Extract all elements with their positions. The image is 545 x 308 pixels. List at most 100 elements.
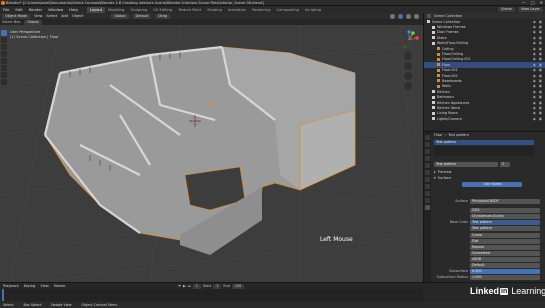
eye-icon[interactable]: ◉: [533, 20, 536, 24]
pivot-dropdown[interactable]: Default: [132, 13, 152, 19]
menu-help[interactable]: Help: [66, 7, 81, 12]
menu-window[interactable]: Window: [45, 7, 66, 12]
timeline-track[interactable]: [0, 289, 423, 301]
camera-icon[interactable]: ▣: [539, 79, 542, 83]
use-nodes-button[interactable]: Use Nodes: [462, 182, 522, 187]
end-frame-field[interactable]: 250: [231, 283, 245, 289]
subsurface-radius-field[interactable]: 1.000: [470, 275, 540, 280]
rotate-tool-icon[interactable]: [1, 51, 7, 57]
surface-shader-dropdown[interactable]: Principled BSDF: [470, 199, 540, 204]
outliner-row[interactable]: Lights/Camera ◉ ▣: [424, 116, 545, 121]
camera-icon[interactable]: ▣: [539, 47, 542, 51]
pan-icon[interactable]: [404, 62, 412, 70]
camera-icon[interactable]: ▣: [539, 30, 542, 34]
camera-icon[interactable]: ▣: [539, 101, 542, 105]
camera-icon[interactable]: ▣: [539, 106, 542, 110]
view-layer-selector[interactable]: View Layer: [517, 7, 543, 12]
menu-marker[interactable]: Marker: [54, 284, 66, 288]
snap-dropdown[interactable]: Drag: [155, 13, 170, 19]
menu-playback[interactable]: Playback: [3, 284, 19, 288]
menu-object[interactable]: Object: [72, 14, 83, 18]
material-tab-icon[interactable]: [425, 205, 430, 210]
tab-rendering[interactable]: Rendering: [249, 7, 273, 13]
output-tab-icon[interactable]: [425, 149, 430, 154]
select-tool-icon[interactable]: [1, 30, 7, 36]
eye-icon[interactable]: ◉: [533, 36, 536, 40]
image-setting-field[interactable]: Generated: [470, 251, 540, 256]
camera-icon[interactable]: ▣: [539, 95, 542, 99]
camera-icon[interactable]: ▣: [539, 52, 542, 56]
eye-icon[interactable]: ◉: [533, 95, 536, 99]
transform-orientation-dropdown[interactable]: Global: [111, 13, 129, 19]
menu-keying[interactable]: Keying: [24, 284, 36, 288]
tab-animation[interactable]: Animation: [225, 7, 249, 13]
eye-icon[interactable]: ◉: [533, 101, 536, 105]
eye-icon[interactable]: ◉: [533, 57, 536, 61]
scale-tool-icon[interactable]: [1, 58, 7, 64]
eye-icon[interactable]: ◉: [533, 68, 536, 72]
eye-icon[interactable]: ◉: [533, 106, 536, 110]
camera-icon[interactable]: ▣: [539, 84, 542, 88]
image-setting-field[interactable]: Default: [470, 263, 540, 268]
eye-icon[interactable]: ◉: [533, 111, 536, 115]
mode-selector[interactable]: Object Mode: [2, 13, 31, 19]
tab-compositing[interactable]: Compositing: [274, 7, 303, 13]
image-setting-field[interactable]: Linear: [470, 233, 540, 238]
tool-tab-icon[interactable]: [425, 135, 430, 140]
camera-icon[interactable]: ▣: [539, 41, 542, 45]
solid-shading-icon[interactable]: [398, 13, 403, 19]
minimize-button[interactable]: —: [522, 0, 526, 5]
menu-add[interactable]: Add: [61, 14, 68, 18]
camera-icon[interactable]: ▣: [539, 57, 542, 61]
jump-start-icon[interactable]: ⏮: [178, 284, 181, 288]
render-tab-icon[interactable]: [425, 142, 430, 147]
scene-selector[interactable]: Scene: [498, 7, 515, 12]
camera-icon[interactable]: ▣: [539, 74, 542, 78]
material-shading-icon[interactable]: [406, 13, 411, 19]
outliner-display-mode-icon[interactable]: [427, 14, 431, 18]
eye-icon[interactable]: ◉: [533, 63, 536, 67]
move-tool-icon[interactable]: [1, 44, 7, 50]
jump-end-icon[interactable]: ⏭: [188, 284, 191, 288]
eye-icon[interactable]: ◉: [533, 52, 536, 56]
play-icon[interactable]: ▶: [183, 284, 186, 288]
material-slot-list-item[interactable]: Test pattern: [434, 140, 534, 145]
preview-panel-header[interactable]: ▸ Preview: [434, 170, 451, 174]
eye-icon[interactable]: ◉: [533, 41, 536, 45]
tab-modeling[interactable]: Modeling: [105, 7, 127, 13]
view-layer-tab-icon[interactable]: [425, 156, 430, 161]
image-setting-field[interactable]: Repeat: [470, 245, 540, 250]
tab-uv-editing[interactable]: UV Editing: [150, 7, 175, 13]
zoom-icon[interactable]: [404, 52, 412, 60]
start-frame-field[interactable]: 1: [213, 283, 222, 289]
tab-layout[interactable]: Layout: [86, 6, 106, 13]
subsurface-method-dropdown[interactable]: Christensen-Burley: [470, 214, 540, 219]
camera-icon[interactable]: ▣: [539, 63, 542, 67]
perspective-toggle-icon[interactable]: [404, 82, 412, 90]
camera-icon[interactable]: ▣: [539, 25, 542, 29]
tab-scripting[interactable]: Scripting: [302, 7, 324, 13]
subsurface-field[interactable]: 0.000: [470, 269, 540, 274]
menu-render[interactable]: Render: [26, 7, 46, 12]
measure-tool-icon[interactable]: [1, 79, 7, 85]
cursor-tool-icon[interactable]: [1, 37, 7, 43]
maximize-button[interactable]: □: [531, 0, 535, 5]
3d-viewport[interactable]: [0, 25, 423, 282]
surface-panel-header[interactable]: ▾ Surface: [434, 176, 451, 180]
tab-texture-paint[interactable]: Texture Paint: [175, 7, 204, 13]
camera-icon[interactable]: ▣: [539, 111, 542, 115]
select-box-tool-label[interactable]: Select Box: [2, 20, 20, 24]
eye-icon[interactable]: ◉: [533, 117, 536, 121]
image-selector[interactable]: Test pattern: [470, 226, 540, 231]
camera-icon[interactable]: ▣: [539, 36, 542, 40]
distribution-dropdown[interactable]: GGX: [470, 208, 540, 213]
constraint-tab-icon[interactable]: [425, 191, 430, 196]
menu-edit[interactable]: Edit: [12, 7, 25, 12]
base-color-field[interactable]: Test pattern: [470, 220, 540, 225]
camera-icon[interactable]: ▣: [539, 90, 542, 94]
scene-tab-icon[interactable]: [425, 163, 430, 168]
eye-icon[interactable]: ◉: [533, 25, 536, 29]
annotate-tool-icon[interactable]: [1, 72, 7, 78]
eye-icon[interactable]: ◉: [533, 74, 536, 78]
close-button[interactable]: ✕: [540, 0, 543, 5]
